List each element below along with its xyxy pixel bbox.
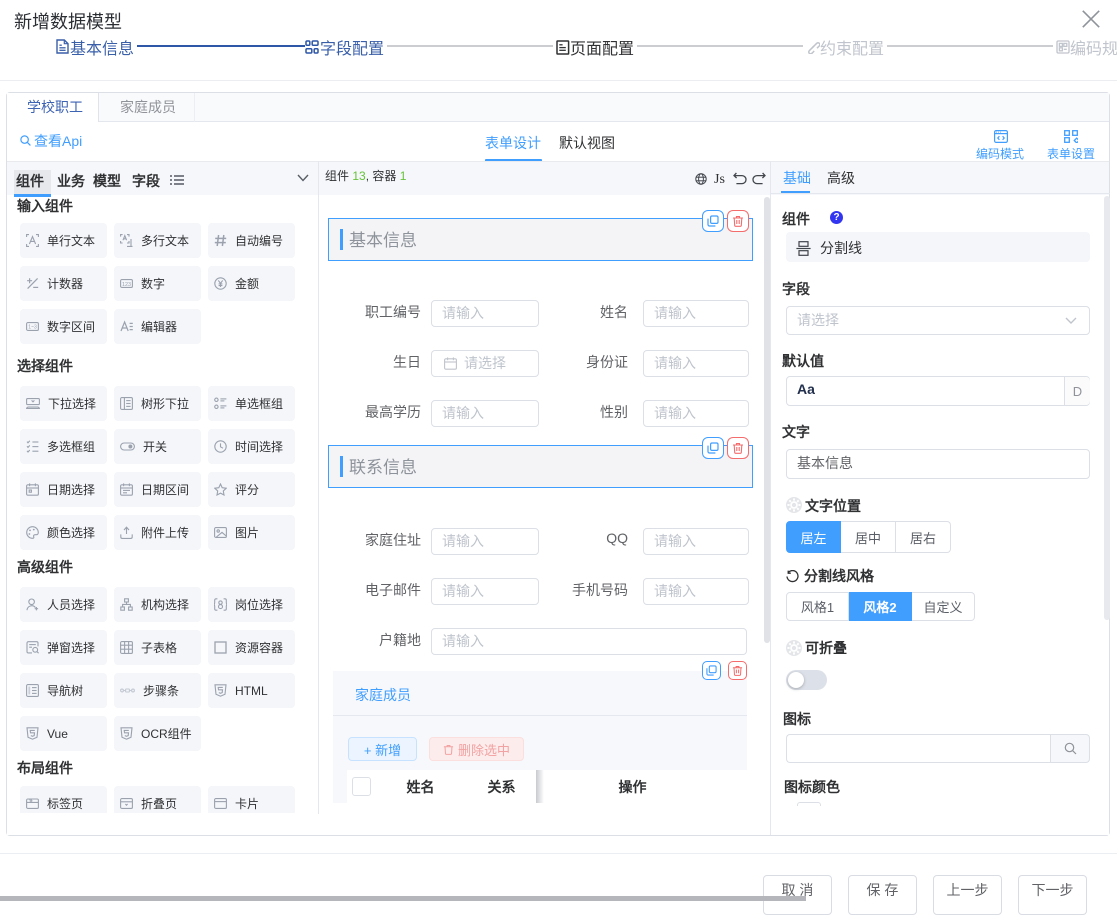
svg-text:123: 123 xyxy=(122,282,131,288)
svg-text:Tab: Tab xyxy=(29,799,34,803)
svg-text:1~3: 1~3 xyxy=(28,325,37,331)
